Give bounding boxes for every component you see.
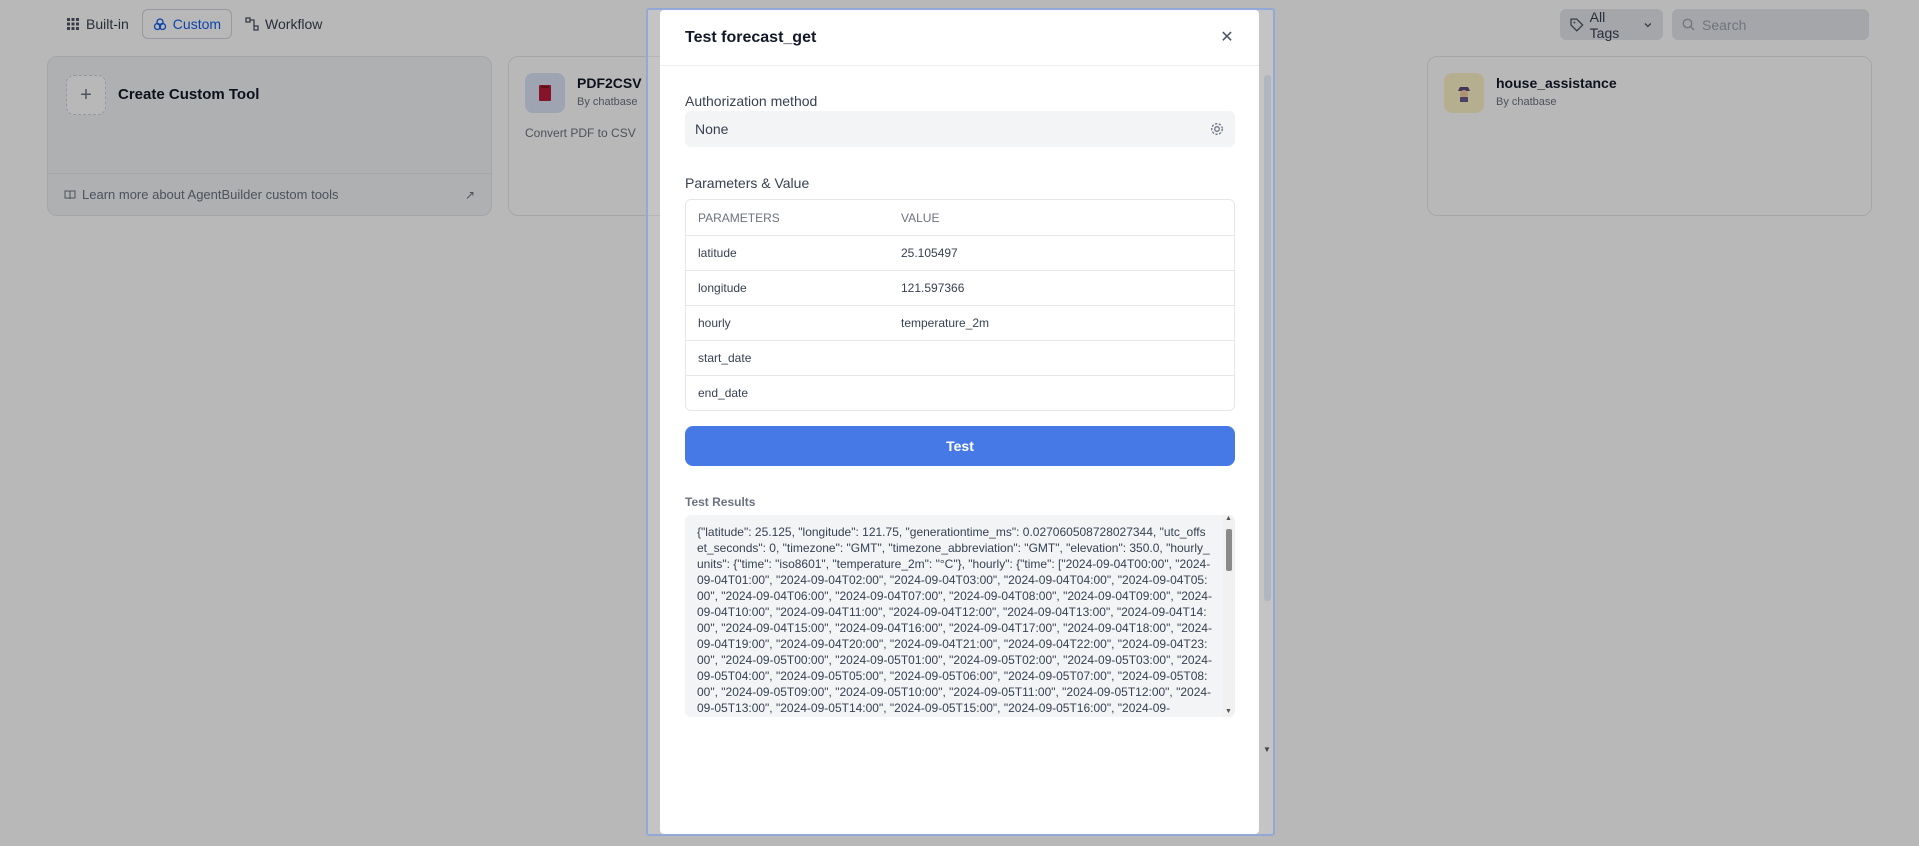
test-button[interactable]: Test (685, 426, 1235, 466)
auth-method-value: None (695, 121, 729, 137)
header-parameters: PARAMETERS (698, 210, 780, 225)
auth-method-field[interactable]: None (685, 111, 1235, 147)
modal-title: Test forecast_get (685, 29, 817, 46)
header-value: VALUE (901, 210, 940, 225)
test-tool-modal: Test forecast_get ✕ Authorization method… (660, 10, 1259, 834)
auth-method-label: Authorization method (685, 93, 818, 109)
params-table: PARAMETERS VALUE latitude 25.105497 long… (685, 199, 1235, 411)
param-name: longitude (698, 281, 747, 295)
test-results-box[interactable]: {"latitude": 25.125, "longitude": 121.75… (685, 515, 1235, 717)
modal-scroll-down-icon[interactable]: ▼ (1263, 745, 1271, 754)
table-row: start_date (686, 340, 1234, 375)
param-name: hourly (698, 316, 731, 330)
modal-scrollbar[interactable]: ▼ (1263, 70, 1272, 754)
table-row: longitude 121.597366 (686, 270, 1234, 305)
scrollbar-thumb[interactable] (1226, 529, 1232, 571)
results-scrollbar[interactable]: ▲ ▼ (1223, 515, 1235, 717)
param-value-input[interactable]: 25.105497 (901, 246, 1234, 260)
gear-icon[interactable] (1209, 121, 1225, 137)
modal-scrollbar-thumb[interactable] (1264, 75, 1271, 601)
table-row: hourly temperature_2m (686, 305, 1234, 340)
param-name: start_date (698, 351, 752, 365)
test-results-text: {"latitude": 25.125, "longitude": 121.75… (697, 525, 1212, 715)
params-table-header: PARAMETERS VALUE (686, 200, 1234, 235)
param-name: latitude (698, 246, 737, 260)
modal-header: Test forecast_get ✕ (660, 10, 1259, 66)
param-value-input[interactable]: temperature_2m (901, 316, 1234, 330)
scroll-up-icon[interactable]: ▲ (1225, 515, 1232, 522)
table-row: latitude 25.105497 (686, 235, 1234, 270)
table-row: end_date (686, 375, 1234, 410)
close-icon[interactable]: ✕ (1217, 27, 1237, 47)
param-value-input[interactable]: 121.597366 (901, 281, 1234, 295)
param-name: end_date (698, 386, 749, 400)
test-results-label: Test Results (685, 495, 756, 509)
scroll-down-icon[interactable]: ▼ (1225, 708, 1232, 715)
params-label: Parameters & Value (685, 175, 810, 191)
